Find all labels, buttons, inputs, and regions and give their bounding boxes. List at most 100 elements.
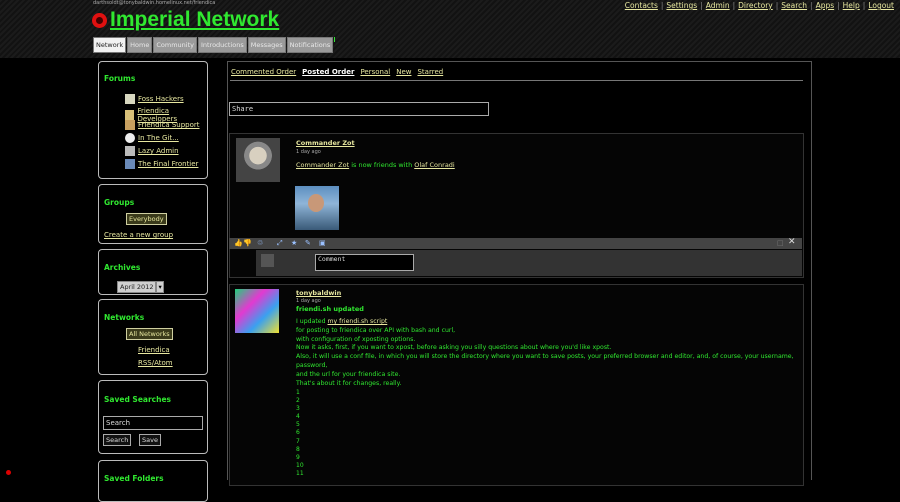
archive-select[interactable]: April 2012 ▾ bbox=[117, 281, 164, 293]
nav-separator: | bbox=[732, 1, 736, 10]
wall-item: tonybaldwin 1 day ago friendi.sh updated… bbox=[229, 284, 804, 486]
forum-link-lazy-admin[interactable]: Lazy Admin bbox=[138, 147, 179, 155]
post-time: 1 day ago bbox=[296, 298, 321, 304]
comment-input[interactable]: Comment bbox=[315, 254, 414, 271]
share-icon[interactable]: ♲ bbox=[257, 239, 263, 247]
avatar bbox=[261, 254, 274, 267]
nav-separator: | bbox=[700, 1, 703, 10]
network-friendica[interactable]: Friendica bbox=[138, 346, 170, 354]
post-body: I updated my friendi.sh script for posti… bbox=[296, 318, 803, 388]
forum-avatar-icon bbox=[125, 133, 135, 143]
post-author[interactable]: Commander Zot bbox=[296, 139, 355, 147]
expand-icon[interactable]: ⤢ bbox=[277, 239, 283, 248]
subtab-commented-order[interactable]: Commented Order bbox=[231, 68, 296, 76]
post-title: friendi.sh updated bbox=[296, 305, 364, 313]
forum-item[interactable]: Friendica Support bbox=[125, 120, 200, 130]
forum-item[interactable]: In The Git... bbox=[125, 133, 179, 143]
star-icon[interactable]: ★ bbox=[291, 239, 297, 247]
code-line-numbers: 1 2 3 4 5 6 7 8 9 10 11 bbox=[296, 389, 304, 478]
forum-item[interactable]: The Final Frontier bbox=[125, 159, 198, 169]
nav-directory[interactable]: Directory bbox=[738, 1, 773, 10]
forum-avatar-icon bbox=[125, 120, 135, 130]
avatar[interactable] bbox=[236, 138, 280, 182]
search-button[interactable]: Search bbox=[103, 434, 132, 446]
archive-select-value: April 2012 bbox=[117, 281, 157, 293]
forum-link-foss-hackers[interactable]: Foss Hackers bbox=[138, 95, 184, 103]
dislike-icon[interactable]: 👎 bbox=[243, 239, 252, 247]
friend-photo[interactable] bbox=[295, 186, 339, 230]
tab-community[interactable]: Community bbox=[153, 37, 197, 53]
subtab-starred[interactable]: Starred bbox=[417, 68, 443, 76]
friend-link[interactable]: Olaf Conradi bbox=[414, 161, 454, 169]
archives-title: Archives bbox=[104, 263, 141, 272]
forum-item[interactable]: Foss Hackers bbox=[125, 94, 184, 104]
line-number: 4 bbox=[296, 413, 300, 421]
post-author[interactable]: tonybaldwin bbox=[296, 289, 341, 297]
avatar[interactable] bbox=[235, 289, 279, 333]
main-content: Commented Order Posted Order Personal Ne… bbox=[227, 61, 812, 486]
subtab-posted-order[interactable]: Posted Order bbox=[302, 68, 354, 76]
subtab-personal[interactable]: Personal bbox=[360, 68, 390, 76]
network-rss[interactable]: RSS/Atom bbox=[138, 359, 173, 367]
like-icon[interactable]: 👍 bbox=[234, 239, 243, 247]
forum-link-in-the-git[interactable]: In The Git... bbox=[138, 134, 179, 142]
nav-separator: | bbox=[862, 1, 866, 10]
nav-contacts[interactable]: Contacts bbox=[625, 1, 658, 10]
tab-home[interactable]: Home bbox=[127, 37, 153, 53]
post-text: I updated bbox=[296, 318, 328, 325]
groups-title: Groups bbox=[104, 198, 135, 207]
nav-search[interactable]: Search bbox=[781, 1, 807, 10]
group-everybody[interactable]: Everybody bbox=[126, 213, 167, 225]
forum-avatar-icon bbox=[125, 159, 135, 169]
forum-item[interactable]: Lazy Admin bbox=[125, 146, 179, 156]
groups-widget: Groups Everybody Create a new group bbox=[98, 184, 208, 244]
line-number: 1 bbox=[296, 389, 300, 396]
networks-widget: Networks All Networks Friendica RSS/Atom bbox=[98, 299, 208, 375]
forum-link-friendica-support[interactable]: Friendica Support bbox=[138, 121, 200, 129]
post-line: I updated my friendi.sh script bbox=[296, 318, 803, 327]
post-body: Commander Zot is now friends with Olaf C… bbox=[296, 161, 455, 169]
nav-logout[interactable]: Logout bbox=[868, 1, 894, 10]
subtab-new[interactable]: New bbox=[396, 68, 411, 76]
tag-icon[interactable]: ✎ bbox=[305, 239, 311, 247]
site-name[interactable]: Imperial Network bbox=[110, 9, 279, 31]
line-number: 11 bbox=[296, 469, 304, 477]
top-nav: Contacts | Settings | Admin | Directory | Se… bbox=[625, 1, 894, 10]
saved-folders-widget: Saved Folders bbox=[98, 460, 208, 502]
checkbox-icon[interactable]: □ bbox=[777, 239, 784, 247]
nav-separator: | bbox=[775, 1, 779, 10]
post-line: and the url for your friendica site. bbox=[296, 370, 401, 378]
nav-separator: | bbox=[837, 1, 840, 10]
tab-notifications[interactable]: Notifications bbox=[286, 37, 334, 53]
create-group-link[interactable]: Create a new group bbox=[104, 231, 173, 239]
forum-avatar-icon bbox=[125, 146, 135, 156]
close-icon[interactable]: ✕ bbox=[788, 237, 796, 247]
comment-row: Comment bbox=[256, 250, 802, 276]
tab-messages[interactable]: Messages bbox=[247, 37, 286, 53]
nav-apps[interactable]: Apps bbox=[816, 1, 835, 10]
save-search-button[interactable]: Save bbox=[139, 434, 161, 446]
search-input[interactable]: Search bbox=[103, 416, 203, 430]
script-link[interactable]: my friendi.sh script bbox=[328, 318, 388, 325]
share-box[interactable]: Share bbox=[229, 102, 489, 116]
post-author-link[interactable]: Commander Zot bbox=[296, 161, 349, 169]
line-number: 2 bbox=[296, 397, 300, 405]
forum-avatar-icon bbox=[125, 94, 135, 104]
post-line: with configuration of xposting options. bbox=[296, 335, 416, 343]
nav-settings[interactable]: Settings bbox=[666, 1, 697, 10]
archives-widget: Archives April 2012 ▾ bbox=[98, 249, 208, 295]
tab-introductions[interactable]: Introductions bbox=[197, 37, 247, 53]
divider bbox=[230, 80, 803, 81]
forum-link-the-final-frontier[interactable]: The Final Frontier bbox=[138, 160, 198, 168]
folder-icon[interactable]: ▣ bbox=[319, 239, 326, 247]
chevron-down-icon: ▾ bbox=[156, 281, 164, 293]
nav-help[interactable]: Help bbox=[843, 1, 860, 10]
nav-admin[interactable]: Admin bbox=[706, 1, 730, 10]
line-number: 3 bbox=[296, 405, 300, 413]
top-bar: darthsoldt@tonybaldwin.homelinux.net/fri… bbox=[0, 0, 900, 58]
network-all[interactable]: All Networks bbox=[126, 328, 173, 340]
tab-network[interactable]: Network bbox=[93, 37, 127, 53]
site-logo[interactable]: Imperial Network bbox=[92, 9, 279, 31]
line-number: 6 bbox=[296, 429, 300, 437]
nav-separator: | bbox=[660, 1, 664, 10]
